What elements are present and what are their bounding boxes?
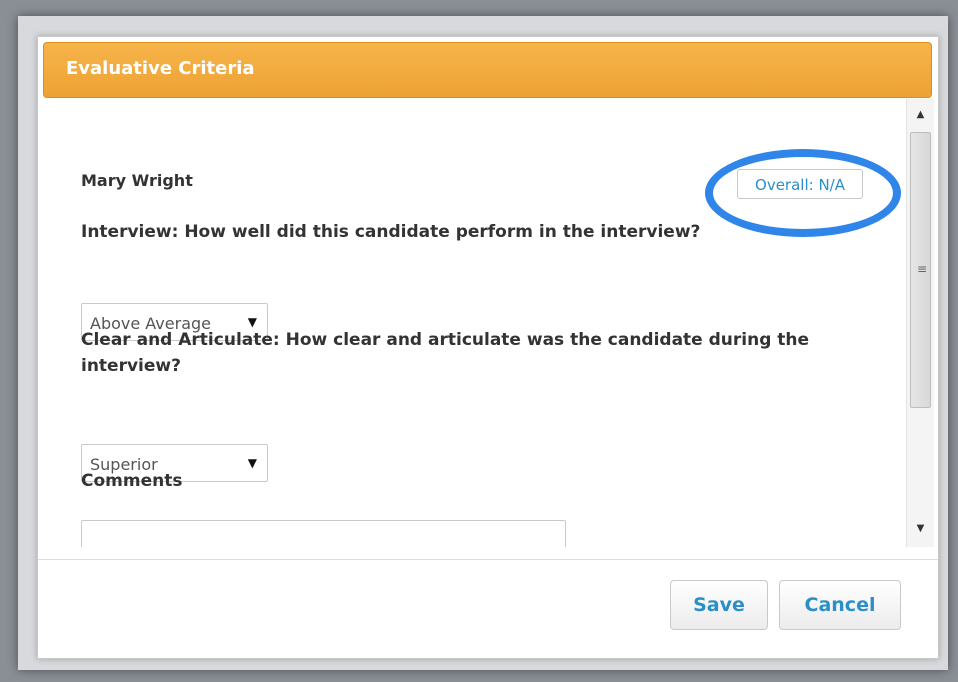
scroll-up-arrow-icon[interactable]: ▲ bbox=[907, 103, 934, 127]
chevron-down-icon: ▼ bbox=[247, 456, 257, 470]
dialog-header: Evaluative Criteria bbox=[43, 42, 932, 98]
question-interview: Interview: How well did this candidate p… bbox=[81, 222, 701, 242]
comments-label: Comments bbox=[81, 471, 183, 491]
dialog-title: Evaluative Criteria bbox=[66, 58, 255, 79]
scroll-down-arrow-icon[interactable]: ▼ bbox=[907, 517, 934, 541]
candidate-name: Mary Wright bbox=[81, 171, 193, 190]
overall-rating-link[interactable]: Overall: N/A bbox=[737, 169, 863, 199]
vertical-scrollbar[interactable]: ▲ ≡ ▼ bbox=[906, 99, 934, 547]
evaluative-criteria-dialog: Evaluative Criteria Mary Wright Overall:… bbox=[37, 36, 939, 659]
scroll-thumb[interactable]: ≡ bbox=[910, 132, 931, 408]
dialog-content: Mary Wright Overall: N/A Interview: How … bbox=[38, 99, 906, 547]
cancel-button[interactable]: Cancel bbox=[779, 580, 901, 630]
dialog-footer: Save Cancel bbox=[38, 559, 938, 659]
question-clear-articulate: Clear and Articulate: How clear and arti… bbox=[81, 330, 810, 376]
grip-icon: ≡ bbox=[917, 262, 928, 276]
comments-textarea[interactable] bbox=[81, 520, 566, 547]
save-button[interactable]: Save bbox=[670, 580, 768, 630]
